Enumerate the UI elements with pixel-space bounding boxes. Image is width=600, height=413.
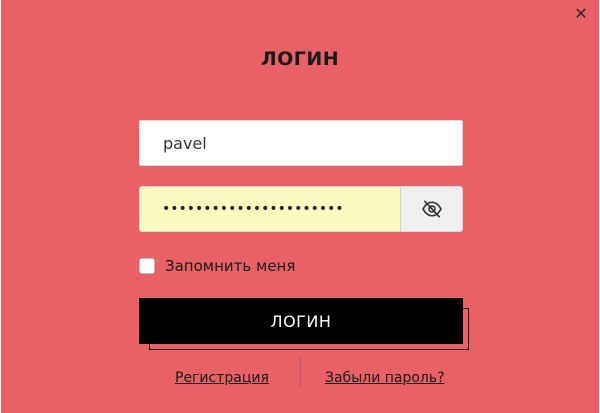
username-input[interactable] [139,120,463,166]
modal-title: ЛОГИН [260,48,340,70]
toggle-password-button[interactable] [400,187,462,231]
login-button[interactable]: ЛОГИН [139,298,463,344]
password-field-group [139,186,463,232]
cut-off-footer-text [147,406,277,413]
register-link[interactable]: Регистрация [175,370,269,386]
remember-me-checkbox[interactable] [139,258,155,274]
password-input[interactable] [140,187,400,231]
login-modal: ✕ ЛОГИН Запомнить меня ЛОГИН Регистрация… [1,0,599,413]
remember-me: Запомнить меня [139,255,295,277]
forgot-password-link[interactable]: Забыли пароль? [325,370,445,386]
close-icon[interactable]: ✕ [573,4,589,24]
remember-me-label[interactable]: Запомнить меня [165,257,295,275]
links-divider [300,356,301,388]
eye-slash-icon [421,200,442,218]
